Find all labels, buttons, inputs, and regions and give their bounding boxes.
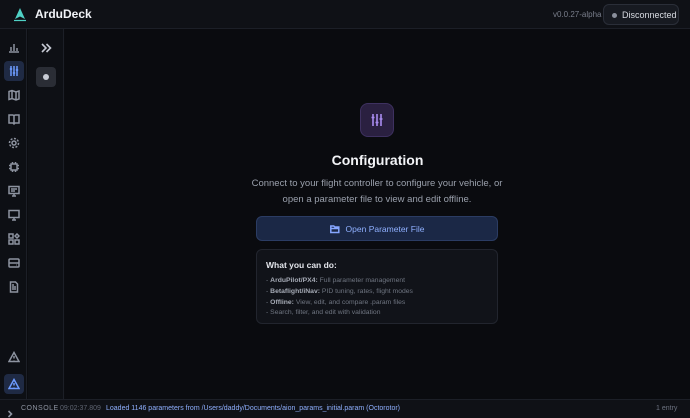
list-item: - ArduPilot/PX4: Full parameter manageme… (266, 277, 406, 284)
status-dot-icon (612, 13, 617, 18)
ardudeck-logo-icon (12, 7, 28, 23)
console-entry-count: 1 entry (656, 405, 678, 412)
expand-sidebar-button[interactable] (39, 41, 53, 55)
capabilities-card: What you can do: - ArduPilot/PX4: Full p… (256, 249, 498, 324)
nav-settings[interactable] (4, 133, 24, 153)
capabilities-title: What you can do: (266, 260, 337, 270)
connection-status-text: Disconnected (622, 10, 677, 20)
nav-osd[interactable] (4, 181, 24, 201)
nav-hardware[interactable] (4, 157, 24, 177)
profile-dot-icon (43, 74, 49, 80)
map-icon (8, 89, 20, 101)
connection-status-button[interactable]: Disconnected (603, 4, 679, 25)
monitor-icon (8, 185, 20, 197)
list-item: - Search, filter, and edit with validati… (266, 309, 381, 317)
page-description: Connect to your flight controller to con… (251, 178, 503, 205)
nav-rail (0, 29, 27, 399)
app-title: ArduDeck (35, 7, 92, 21)
configuration-hero (360, 103, 394, 137)
open-parameter-file-button[interactable]: Open Parameter File (256, 216, 498, 241)
warning-icon (8, 351, 20, 363)
nav-display[interactable] (4, 205, 24, 225)
book-icon (8, 114, 20, 125)
nav-map[interactable] (4, 85, 24, 105)
console-bar[interactable]: CONSOLE 09:02:37.809 Loaded 1146 paramet… (0, 399, 690, 418)
console-message: Loaded 1146 parameters from /Users/daddy… (106, 405, 401, 412)
chip-icon (9, 162, 19, 172)
console-label: CONSOLE (21, 405, 59, 412)
display-icon (8, 209, 20, 221)
nav-storage[interactable] (4, 253, 24, 273)
profile-button[interactable] (36, 67, 56, 87)
open-parameter-file-label: Open Parameter File (345, 223, 425, 234)
chart-icon (9, 44, 19, 53)
console-timestamp: 09:02:37.809 (60, 405, 101, 412)
chevron-right-icon[interactable] (6, 405, 14, 418)
file-icon (9, 281, 19, 293)
capabilities-list: - ArduPilot/PX4: Full parameter manageme… (266, 276, 413, 319)
version-label: v0.0.27-alpha (553, 10, 602, 19)
folder-open-icon (329, 224, 340, 233)
double-chevron-right-icon (41, 43, 52, 53)
alert-icon (8, 378, 20, 390)
sliders-icon (9, 66, 19, 76)
nav-mission[interactable] (4, 109, 24, 129)
nav-telemetry[interactable] (4, 37, 24, 57)
list-item: - Betaflight/iNav: PID tuning, rates, fl… (266, 287, 413, 295)
list-item: - Offline: View, edit, and compare .para… (266, 298, 406, 306)
parameter-sidebar (28, 29, 64, 399)
drive-icon (8, 258, 20, 268)
gear-icon (8, 137, 20, 149)
sliders-icon (371, 114, 383, 126)
puzzle-icon (8, 233, 20, 245)
nav-alerts[interactable] (4, 374, 24, 394)
title-bar: ArduDeck v0.0.27-alpha Disconnected (0, 0, 690, 29)
nav-warnings[interactable] (4, 347, 24, 367)
nav-logs[interactable] (4, 277, 24, 297)
nav-parameters[interactable] (4, 61, 24, 81)
nav-modules[interactable] (4, 229, 24, 249)
main-content: Configuration Connect to your flight con… (65, 29, 690, 399)
page-title: Configuration (331, 152, 424, 168)
